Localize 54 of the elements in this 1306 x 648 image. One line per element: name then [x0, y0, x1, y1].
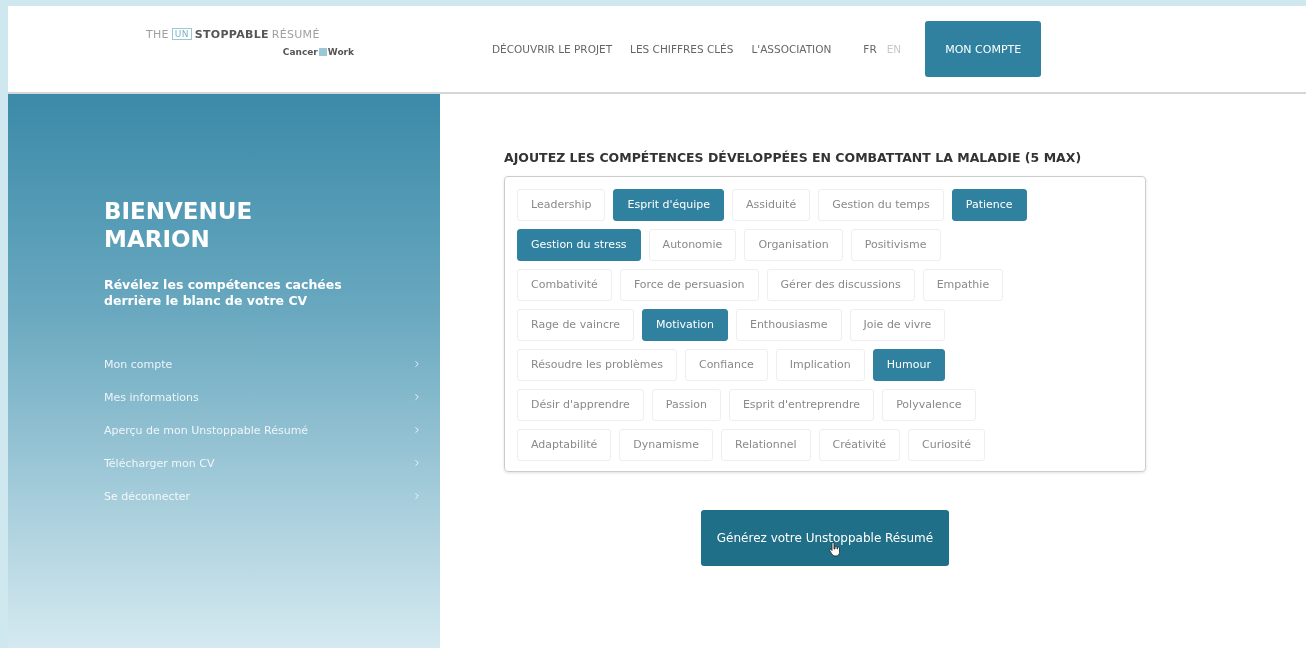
skill-chip[interactable]: Implication: [775, 348, 865, 381]
chevron-icon: [412, 359, 422, 370]
skill-chip[interactable]: Assiduité: [732, 188, 811, 221]
skill-chip[interactable]: Confiance: [684, 348, 768, 381]
tagline-text: Work: [327, 46, 354, 57]
skill-chip[interactable]: Force de persuasion: [619, 268, 759, 301]
skill-chip[interactable]: Autonomie: [648, 228, 737, 261]
skill-chip[interactable]: Adaptabilité: [517, 428, 612, 461]
nav-link[interactable]: LES CHIFFRES CLÉS: [630, 43, 734, 55]
skill-chip[interactable]: Leadership: [517, 188, 606, 221]
square-icon: [318, 47, 327, 56]
skill-chip[interactable]: Dynamisme: [619, 428, 713, 461]
chevron-icon: [412, 392, 422, 403]
skill-chip[interactable]: Relationnel: [721, 428, 811, 461]
welcome-title: BIENVENUE MARION: [104, 198, 254, 254]
logo-text: STOPPABLE: [194, 27, 269, 41]
logo-text: THE: [146, 27, 169, 41]
language-link[interactable]: FR: [863, 43, 877, 55]
skill-chip[interactable]: Positivisme: [850, 228, 941, 261]
nav-link[interactable]: DÉCOUVRIR LE PROJET: [492, 43, 613, 55]
account-button[interactable]: MON COMPTE: [925, 21, 1042, 77]
sidebar-item[interactable]: Aperçu de mon Unstoppable Résumé: [104, 413, 422, 447]
skill-chip[interactable]: Résoudre les problèmes: [517, 348, 677, 381]
skill-chip[interactable]: Combativité: [517, 268, 612, 301]
skill-chip[interactable]: Polyvalence: [882, 388, 976, 421]
skill-chip[interactable]: Enthousiasme: [735, 308, 842, 341]
skill-chip[interactable]: Patience: [951, 188, 1027, 221]
generate-button[interactable]: Générez votre Unstoppable Résumé: [700, 509, 950, 566]
sidebar-item[interactable]: Mes informations: [104, 380, 422, 414]
skill-chip[interactable]: Gestion du stress: [517, 228, 641, 261]
skill-chip[interactable]: Désir d'apprendre: [517, 388, 644, 421]
skill-chip[interactable]: Passion: [651, 388, 721, 421]
chevron-icon: [412, 491, 422, 502]
chevron-icon: [412, 458, 422, 469]
skill-chip[interactable]: Esprit d'équipe: [613, 188, 725, 221]
logo-mark: UN: [171, 28, 192, 40]
skill-chip[interactable]: Créativité: [818, 428, 901, 461]
skill-chip[interactable]: Organisation: [744, 228, 843, 261]
skills-heading: AJOUTEZ LES COMPÉTENCES DÉVELOPPÉES EN COMBATTANT LA MALADIE (5 MAX): [504, 150, 1083, 166]
logo-text: RÉSUMÉ: [271, 27, 320, 41]
chevron-icon: [412, 425, 422, 436]
skill-chip[interactable]: Gérer des discussions: [766, 268, 915, 301]
skill-chip[interactable]: Joie de vivre: [849, 308, 946, 341]
sidebar-subtitle: Révélez les compétences cachées derrière le blanc de votre CV: [104, 277, 343, 310]
skill-chip[interactable]: Motivation: [642, 308, 728, 341]
sidebar-item[interactable]: Mon compte: [104, 347, 422, 381]
skill-chip[interactable]: Curiosité: [908, 428, 985, 461]
tagline-text: Cancer: [282, 46, 318, 57]
skill-chip[interactable]: Empathie: [922, 268, 1004, 301]
skill-chip[interactable]: Humour: [872, 348, 945, 381]
skill-chip[interactable]: Esprit d'entreprendre: [728, 388, 875, 421]
skill-chip[interactable]: Rage de vaincre: [517, 308, 634, 341]
skill-chip[interactable]: Gestion du temps: [818, 188, 944, 221]
nav-link[interactable]: L'ASSOCIATION: [751, 43, 832, 55]
